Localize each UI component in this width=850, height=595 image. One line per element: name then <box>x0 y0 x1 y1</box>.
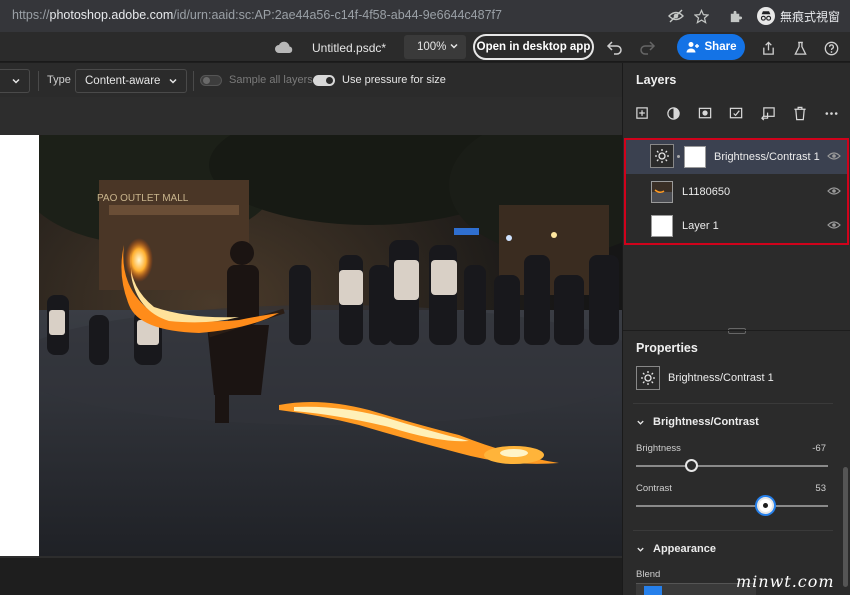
browser-url-bar: https://photoshop.adobe.com/id/urn:aaid:… <box>0 0 850 32</box>
document-name[interactable]: Untitled.psdc* <box>312 41 386 55</box>
canvas-ruler-strip <box>0 97 622 135</box>
visibility-eye-icon[interactable] <box>827 185 841 197</box>
blank-layer-thumbnail <box>651 215 673 237</box>
layer-name: L1180650 <box>682 186 731 198</box>
layer-mask-thumbnail <box>684 146 706 168</box>
layers-title: Layers <box>636 73 677 87</box>
layer-name: Brightness/Contrast 1 <box>714 151 820 163</box>
layers-list: Brightness/Contrast 1 L1180650 Layer 1 <box>624 138 849 245</box>
zoom-dropdown[interactable]: 100% <box>404 35 466 59</box>
use-pressure-toggle[interactable] <box>313 75 335 86</box>
photo-image: PAO OUTLET MALL <box>39 135 622 556</box>
address-bar[interactable]: https://photoshop.adobe.com/id/urn:aaid:… <box>12 8 502 22</box>
divider <box>193 71 194 91</box>
toggle-knob <box>326 77 333 84</box>
visibility-eye-icon[interactable] <box>827 219 841 231</box>
section-title: Brightness/Contrast <box>653 416 759 428</box>
canvas-area[interactable]: PAO OUTLET MALL <box>0 97 622 595</box>
watermark: minwt.com <box>736 572 835 591</box>
add-layer-icon[interactable] <box>633 104 651 122</box>
beta-flask-icon[interactable] <box>791 39 809 57</box>
undo-icon[interactable] <box>606 39 624 55</box>
trash-icon[interactable] <box>791 104 809 122</box>
chevron-down-icon <box>637 547 644 552</box>
right-panel: Layers Brightness/Contrast 1 L1180650 La… <box>622 63 850 595</box>
extensions-puzzle-icon[interactable] <box>727 7 745 25</box>
chevron-down-icon <box>12 78 20 84</box>
contrast-slider-track[interactable] <box>636 505 828 507</box>
chevron-down-icon <box>450 43 458 49</box>
section-title: Appearance <box>653 543 716 555</box>
app-header: Untitled.psdc* 100% Open in desktop app … <box>0 32 850 62</box>
sample-all-layers-label: Sample all layers <box>229 74 313 86</box>
redo-icon[interactable] <box>638 39 656 55</box>
layer-row-photo[interactable]: L1180650 <box>626 175 847 209</box>
incognito-icon <box>756 7 775 25</box>
layer-row-brightness-contrast[interactable]: Brightness/Contrast 1 <box>626 140 847 174</box>
url-scheme: https:// <box>12 8 50 22</box>
canvas-bottom-strip <box>0 556 622 558</box>
chevron-down-icon <box>637 420 644 425</box>
toggle-knob <box>203 77 210 84</box>
add-user-icon <box>686 41 699 53</box>
document-edge <box>0 135 39 556</box>
clip-mask-icon[interactable] <box>728 104 746 122</box>
properties-layer-name: Brightness/Contrast 1 <box>668 372 774 384</box>
photo-layer-thumbnail <box>651 181 673 203</box>
layer-row-layer-1[interactable]: Layer 1 <box>626 209 847 243</box>
adjustment-layer-icon[interactable] <box>665 104 683 122</box>
sample-all-layers-toggle[interactable] <box>200 75 222 86</box>
export-icon[interactable] <box>759 39 777 57</box>
fire-performer-photo[interactable]: PAO OUTLET MALL <box>39 135 622 556</box>
panel-scrollbar[interactable] <box>843 467 848 587</box>
type-value: Content-aware <box>85 75 161 87</box>
cloud-icon <box>275 41 293 53</box>
tool-options-bar: Type Content-aware Sample all layers Use… <box>0 63 622 97</box>
divider <box>38 71 39 91</box>
contrast-label: Contrast <box>636 483 672 494</box>
contrast-slider-handle[interactable] <box>757 497 775 514</box>
layer-toolbar <box>633 103 845 123</box>
share-label: Share <box>704 41 737 53</box>
brightness-value: -67 <box>812 443 826 454</box>
merge-down-icon[interactable] <box>760 104 778 122</box>
url-host: photoshop.adobe.com <box>49 8 174 22</box>
panel-divider <box>633 530 833 531</box>
mall-sign: PAO OUTLET MALL <box>97 193 189 204</box>
share-button[interactable]: Share <box>677 34 745 60</box>
properties-layer-row: Brightness/Contrast 1 <box>636 366 841 392</box>
type-label: Type <box>47 74 71 86</box>
eye-off-icon[interactable] <box>667 7 685 25</box>
brightness-slider-track[interactable] <box>636 465 828 467</box>
brush-preset-dropdown[interactable] <box>0 69 30 93</box>
blend-swatch <box>644 586 662 595</box>
panel-divider <box>623 330 850 331</box>
open-in-desktop-button[interactable]: Open in desktop app <box>473 34 594 60</box>
appearance-section[interactable]: Appearance <box>636 543 716 555</box>
contrast-value: 53 <box>815 483 826 494</box>
use-pressure-label: Use pressure for size <box>342 74 446 86</box>
brightness-sun-icon <box>650 144 674 168</box>
incognito-profile[interactable]: 無痕式視窗 <box>756 7 840 25</box>
panel-resize-handle[interactable] <box>728 328 746 334</box>
blend-label: Blend <box>636 569 661 580</box>
panel-divider <box>633 403 833 404</box>
mask-link-icon <box>677 155 680 158</box>
more-options-icon[interactable] <box>823 104 841 122</box>
chevron-down-icon <box>169 78 177 84</box>
help-icon[interactable] <box>822 39 840 57</box>
brightness-sun-icon <box>636 366 660 390</box>
profile-label: 無痕式視窗 <box>779 9 840 24</box>
url-path: /id/urn:aaid:sc:AP:2ae44a56-c14f-4f58-ab… <box>173 8 502 22</box>
bookmark-star-icon[interactable] <box>693 7 711 25</box>
visibility-eye-icon[interactable] <box>827 150 841 162</box>
zoom-value: 100% <box>417 41 447 53</box>
properties-title: Properties <box>636 341 698 355</box>
type-select[interactable]: Content-aware <box>75 69 187 93</box>
layer-name: Layer 1 <box>682 220 719 232</box>
brightness-label: Brightness <box>636 443 681 454</box>
brightness-slider-handle[interactable] <box>685 459 699 472</box>
brightness-contrast-section[interactable]: Brightness/Contrast <box>636 416 759 428</box>
add-mask-icon[interactable] <box>696 104 714 122</box>
